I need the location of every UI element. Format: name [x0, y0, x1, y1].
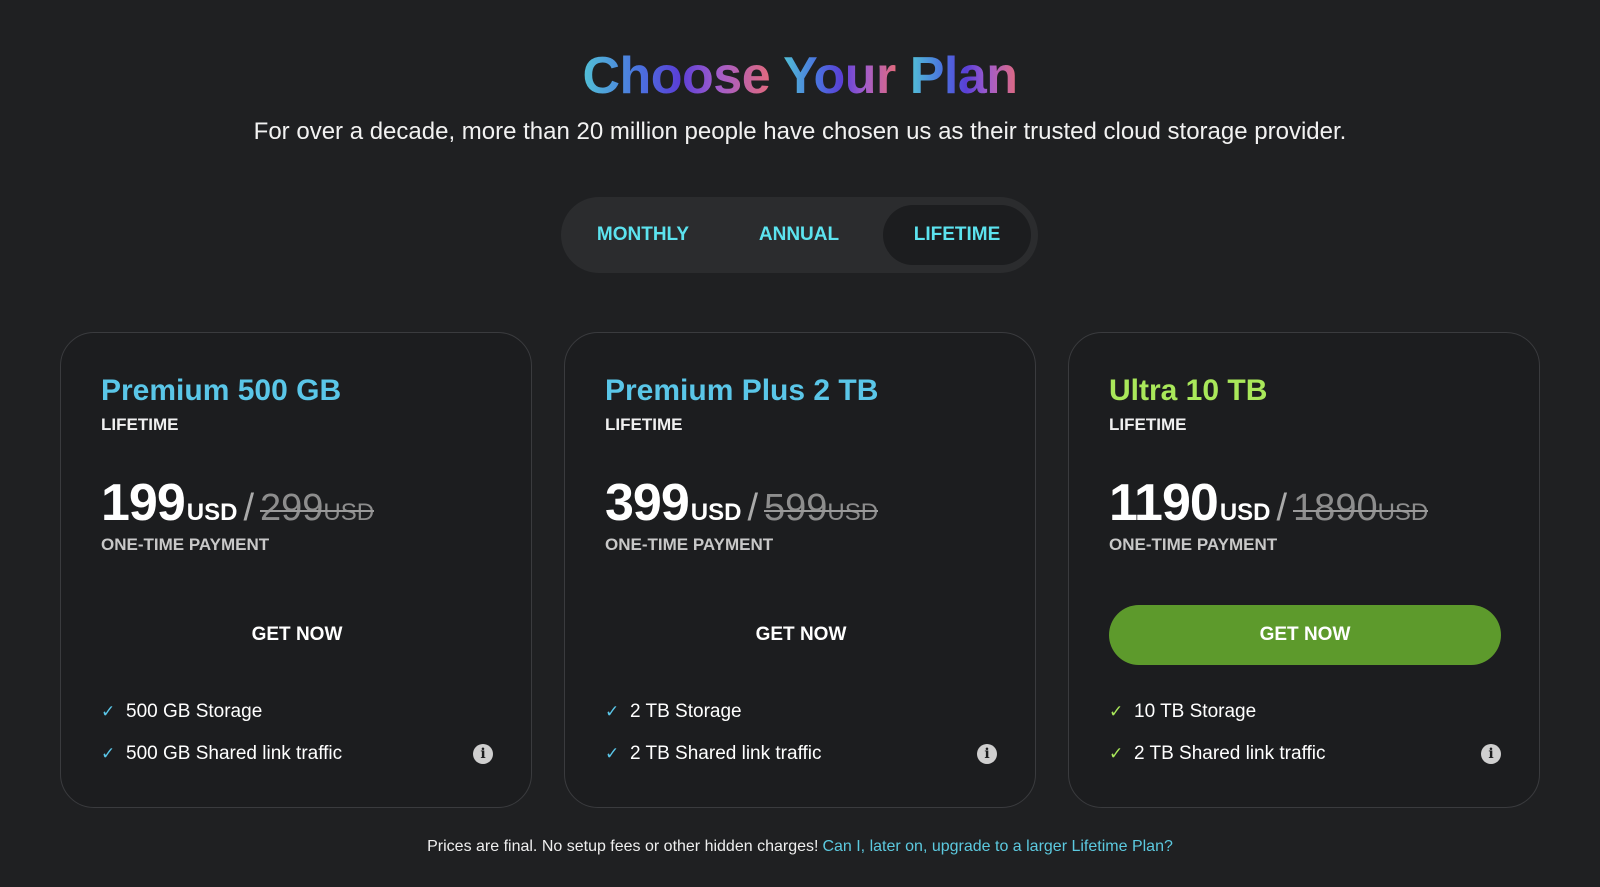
- feature-item: ✓ 2 TB Storage: [605, 691, 997, 733]
- feature-list: ✓ 10 TB Storage ✓ 2 TB Shared link traffic…: [1109, 691, 1501, 775]
- feature-list: ✓ 2 TB Storage ✓ 2 TB Shared link traffic …: [605, 691, 997, 775]
- price-row: 399USD/599USD: [605, 473, 879, 533]
- price-separator: /: [1276, 487, 1288, 529]
- old-price-currency: USD: [1377, 499, 1429, 526]
- plan-name: Ultra 10 TB: [1109, 374, 1268, 407]
- plan-name: Premium Plus 2 TB: [605, 374, 879, 407]
- billing-period-toggle: MONTHLY ANNUAL LIFETIME: [561, 197, 1038, 273]
- feature-label: 10 TB Storage: [1134, 701, 1257, 722]
- price-currency: USD: [1219, 499, 1271, 526]
- upgrade-faq-link[interactable]: Can I, later on, upgrade to a larger Lif…: [822, 838, 1172, 855]
- pricing-footer: Prices are final. No setup fees or other…: [0, 838, 1600, 856]
- toggle-lifetime[interactable]: LIFETIME: [883, 205, 1031, 265]
- footer-note: Prices are final. No setup fees or other…: [427, 838, 819, 855]
- pricing-page: Choose Your Plan For over a decade, more…: [0, 0, 1600, 887]
- check-icon: ✓: [1109, 744, 1124, 763]
- check-icon: ✓: [101, 702, 116, 721]
- check-icon: ✓: [605, 744, 620, 763]
- page-title: Choose Your Plan: [0, 44, 1600, 108]
- get-now-button[interactable]: GET NOW: [1109, 605, 1501, 665]
- toggle-annual[interactable]: ANNUAL: [725, 205, 873, 265]
- old-price-currency: USD: [323, 499, 375, 526]
- check-icon: ✓: [1109, 702, 1124, 721]
- price-currency: USD: [186, 499, 238, 526]
- feature-item: ✓ 10 TB Storage: [1109, 691, 1501, 733]
- price-amount: 399: [605, 474, 690, 532]
- price-separator: /: [747, 487, 758, 529]
- price-row: 1190USD/1890USD: [1109, 473, 1429, 533]
- old-price: 599USD: [764, 487, 879, 530]
- plan-period: LIFETIME: [605, 415, 683, 434]
- plan-period: LIFETIME: [1109, 415, 1187, 434]
- feature-item: ✓ 2 TB Shared link traffic i: [1109, 733, 1501, 775]
- price-separator: /: [243, 487, 254, 529]
- plan-card-premium-plus-2tb: Premium Plus 2 TB LIFETIME 399USD/599USD…: [564, 332, 1036, 808]
- info-icon[interactable]: i: [1481, 744, 1501, 764]
- feature-label: 500 GB Shared link traffic: [126, 743, 343, 764]
- payment-note: ONE-TIME PAYMENT: [1109, 535, 1278, 554]
- toggle-monthly[interactable]: MONTHLY: [569, 205, 717, 265]
- get-now-button[interactable]: GET NOW: [605, 605, 997, 665]
- payment-note: ONE-TIME PAYMENT: [605, 535, 774, 554]
- check-icon: ✓: [605, 702, 620, 721]
- plan-card-premium-500gb: Premium 500 GB LIFETIME 199USD/299USD ON…: [60, 332, 532, 808]
- old-price-amount: 1890: [1293, 487, 1378, 529]
- feature-label: 2 TB Shared link traffic: [630, 743, 822, 764]
- old-price: 299USD: [260, 487, 375, 530]
- get-now-button[interactable]: GET NOW: [101, 605, 493, 665]
- feature-label: 2 TB Storage: [630, 701, 742, 722]
- feature-list: ✓ 500 GB Storage ✓ 500 GB Shared link traf…: [101, 691, 493, 775]
- page-title-word-3: Plan: [909, 47, 1018, 105]
- plan-card-ultra-10tb: Ultra 10 TB LIFETIME 1190USD/1890USD ONE…: [1068, 332, 1540, 808]
- feature-label: 500 GB Storage: [126, 701, 263, 722]
- feature-label: 2 TB Shared link traffic: [1134, 743, 1326, 764]
- feature-item: ✓ 2 TB Shared link traffic i: [605, 733, 997, 775]
- old-price-amount: 299: [260, 487, 324, 529]
- price-amount: 1190: [1109, 474, 1219, 532]
- feature-item: ✓ 500 GB Storage: [101, 691, 493, 733]
- old-price: 1890USD: [1293, 487, 1429, 530]
- plan-name: Premium 500 GB: [101, 374, 342, 407]
- old-price-amount: 599: [764, 487, 828, 529]
- info-icon[interactable]: i: [473, 744, 493, 764]
- payment-note: ONE-TIME PAYMENT: [101, 535, 270, 554]
- feature-item: ✓ 500 GB Shared link traffic i: [101, 733, 493, 775]
- page-title-word-2: Your: [783, 47, 896, 105]
- price-currency: USD: [690, 499, 742, 526]
- check-icon: ✓: [101, 744, 116, 763]
- price-amount: 199: [101, 474, 186, 532]
- plan-period: LIFETIME: [101, 415, 179, 434]
- price-row: 199USD/299USD: [101, 473, 375, 533]
- info-icon[interactable]: i: [977, 744, 997, 764]
- page-subtitle: For over a decade, more than 20 million …: [253, 118, 1347, 145]
- old-price-currency: USD: [827, 499, 879, 526]
- page-title-word-1: Choose: [582, 47, 771, 105]
